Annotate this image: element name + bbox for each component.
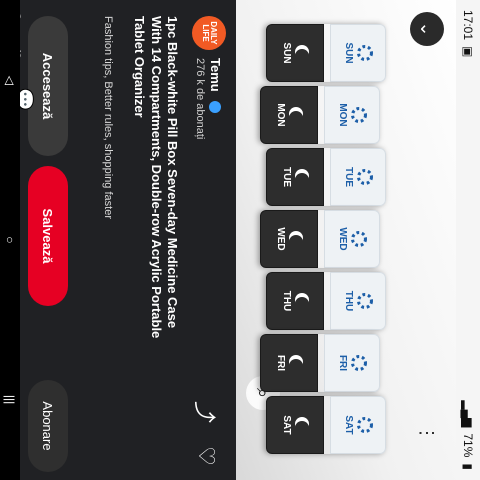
more-icon: ⋮ [417,424,438,442]
am-lid: SAT [330,396,386,454]
pm-content: FRI [275,355,303,371]
am-label: WED [337,227,348,251]
pm-label: WED [275,227,286,251]
pill-compartment: WED WED [260,210,380,268]
share-icon: ⤴ [192,400,217,423]
pill-compartment: SAT SAT [266,396,386,454]
phone-screen: 17:01 ▣ ▂▄▆ 71% ▮ ⌄ ⋮ ⌕ SUN SUN MON MON TUE T… [0,0,480,480]
am-label: SUN [343,42,354,64]
battery-icon: ▮ [461,463,475,470]
sun-icon [351,107,367,123]
follow-button[interactable]: Abonare [28,380,68,472]
pm-lid: TUE [266,148,324,206]
pill-compartment: TUE TUE [266,148,386,206]
pm-content: THU [281,291,309,312]
like-button[interactable]: ♡ [186,436,226,476]
sun-icon [351,355,367,371]
pm-content: MON [275,103,303,126]
save-button[interactable]: Salvează [28,166,68,306]
status-right: ▂▄▆ 71% ▮ [461,400,475,470]
pm-lid: WED [260,210,318,268]
share-button[interactable]: ⤴ [186,392,226,432]
am-label: THU [343,290,354,312]
heart-icon: ♡ [194,446,219,466]
shop-name: Temu [208,58,224,92]
pin-details: DAILY LIFE Temu 276 k de abonați ⤴ ♡ 1pc… [0,0,236,480]
pm-lid: MON [260,86,318,144]
battery-text: 71% [461,433,475,458]
moon-icon [295,421,309,435]
moon-icon [295,297,309,311]
stage: 17:01 ▣ ▂▄▆ 71% ▮ ⌄ ⋮ ⌕ SUN SUN MON MON TUE T… [0,0,480,480]
shop-info: Temu 276 k de abonați [195,58,224,139]
pm-label: FRI [275,354,286,372]
sun-icon [351,231,367,247]
status-time: 17:01 [461,10,475,41]
moon-icon [295,49,309,63]
am-label: MON [337,103,348,127]
pill-compartment: THU THU [266,272,386,330]
pm-lid: SUN [266,24,324,82]
shop-name-row[interactable]: Temu [209,58,224,139]
signal-icon: ▂▄▆ [461,400,475,428]
pm-label: TUE [281,167,292,187]
pm-lid: SAT [266,396,324,454]
am-label: FRI [337,354,348,372]
moon-icon [289,235,303,249]
pm-lid: THU [266,272,324,330]
pill-compartment: FRI FRI [260,334,380,392]
moon-icon [289,111,303,125]
nav-home-button[interactable]: ○ [3,236,17,243]
am-lid: WED [324,210,380,268]
pm-label: SAT [281,415,292,435]
sun-icon [357,45,373,61]
nav-bar: ◁ ○ ||| [0,0,20,480]
sun-icon [357,417,373,433]
verified-icon [208,101,221,114]
pm-label: THU [281,290,292,312]
am-label: SAT [343,415,354,435]
am-label: TUE [343,167,354,187]
sun-icon [357,293,373,309]
pm-content: WED [275,227,303,250]
pm-lid: FRI [260,334,318,392]
chevron-down-icon: ⌄ [417,21,438,37]
shop-followers: 276 k de abonați [194,58,207,140]
pm-content: SAT [281,415,309,434]
pm-content: TUE [281,167,309,187]
shop-logo[interactable]: DAILY LIFE [192,16,226,50]
pm-label: SUN [281,42,292,64]
am-lid: MON [324,86,380,144]
pill-compartment: SUN SUN [266,24,386,82]
pm-label: MON [275,103,286,127]
status-left: 17:01 ▣ [461,10,475,57]
shop-header: DAILY LIFE Temu 276 k de abonați [192,16,226,139]
moon-icon [289,359,303,373]
am-lid: THU [330,272,386,330]
am-lid: SUN [330,24,386,82]
am-lid: TUE [330,148,386,206]
pin-image[interactable]: ⌄ ⋮ ⌕ SUN SUN MON MON TUE TUE WED WED THU THU FRI F… [236,0,456,480]
am-lid: FRI [324,334,380,392]
pm-content: SUN [281,42,309,63]
nav-back-button[interactable]: ◁ [3,76,17,85]
moon-icon [295,173,309,187]
pin-subtitle: Fashion tips, Better rules, shopping fas… [102,16,114,219]
sun-icon [357,169,373,185]
pin-title: 1pc Black-white Pill Box Seven-day Medic… [132,16,181,339]
notification-icon: ▣ [461,46,475,58]
status-bar: 17:01 ▣ ▂▄▆ 71% ▮ [456,0,480,480]
more-button[interactable]: ⋮ [410,416,444,450]
pill-compartment: MON MON [260,86,380,144]
access-button[interactable]: Accesează [28,16,68,156]
back-button[interactable]: ⌄ [410,12,444,46]
nav-recents-button[interactable]: ||| [3,395,17,404]
